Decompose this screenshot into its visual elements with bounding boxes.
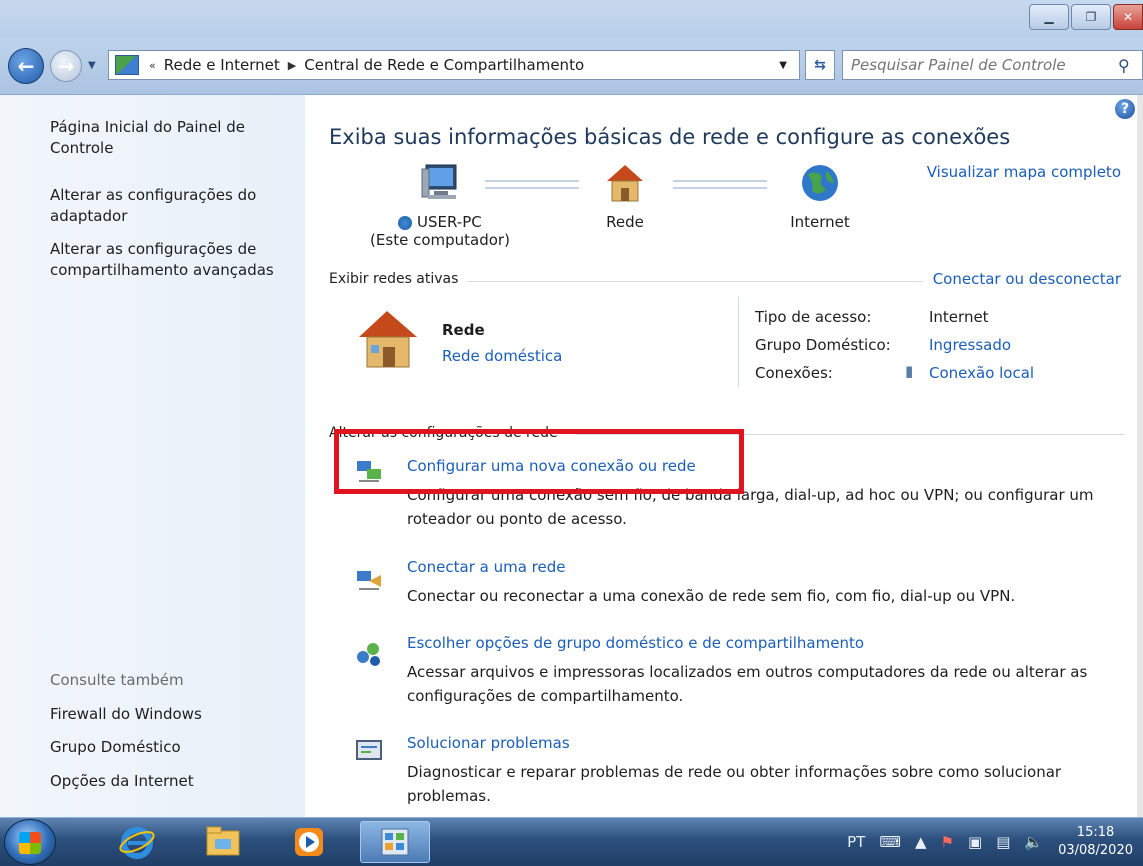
minimize-button[interactable]: ▁ xyxy=(1029,4,1069,30)
connections-label: Conexões: xyxy=(755,364,833,382)
active-networks-header: Exibir redes ativas xyxy=(329,271,459,287)
maximize-button[interactable]: ❐ xyxy=(1071,4,1111,30)
sidebar-item-internet-options[interactable]: Opções da Internet xyxy=(50,771,290,792)
computer-subtitle: (Este computador) xyxy=(370,231,510,249)
homegroup-label: Grupo Doméstico: xyxy=(755,336,891,354)
globe-icon xyxy=(802,165,838,201)
recent-pages-dropdown-icon[interactable]: ▼ xyxy=(88,60,96,71)
network-name: Rede xyxy=(606,213,644,231)
media-player-icon xyxy=(295,828,323,856)
search-icon[interactable]: ⚲ xyxy=(1118,56,1142,75)
scrollbar[interactable] xyxy=(1137,95,1143,817)
access-type-label: Tipo de acesso: xyxy=(755,308,872,326)
control-panel-icon xyxy=(381,828,409,856)
troubleshoot-icon xyxy=(356,740,382,760)
section-divider xyxy=(467,281,923,282)
internet-name: Internet xyxy=(790,213,850,231)
breadcrumb-central-rede[interactable]: Central de Rede e Compartilhamento xyxy=(304,56,584,74)
chevron-right-icon[interactable]: ▶ xyxy=(288,59,296,72)
connect-disconnect-link[interactable]: Conectar ou desconectar xyxy=(933,270,1121,288)
computer-icon xyxy=(421,164,457,199)
taskbar: PT ⌨ ▲ ⚑ ▣ ▤ 🔈 15:18 03/08/2020 xyxy=(0,817,1143,866)
network-icon[interactable]: ▤ xyxy=(996,833,1010,851)
sidebar: Página Inicial do Painel de Controle Alt… xyxy=(0,95,305,817)
sidebar-item-firewall[interactable]: Firewall do Windows xyxy=(50,704,290,725)
address-bar[interactable]: « Rede e Internet ▶ Central de Rede e Co… xyxy=(108,50,800,80)
computer-name: USER-PC xyxy=(417,213,482,231)
navigation-bar: ← → ▼ « Rede e Internet ▶ Central de Red… xyxy=(0,38,1143,95)
vertical-divider xyxy=(738,297,739,387)
homegroup-icon xyxy=(357,643,380,666)
task-connect-network-link[interactable]: Conectar a uma rede xyxy=(407,558,566,576)
forward-button[interactable]: → xyxy=(50,50,82,82)
view-full-map-link[interactable]: Visualizar mapa completo xyxy=(927,163,1121,181)
ethernet-icon: ▮ xyxy=(905,362,914,380)
refresh-button[interactable]: ⇆ xyxy=(805,50,835,80)
connection-line xyxy=(673,180,767,189)
show-hidden-icons-icon[interactable]: ▲ xyxy=(915,833,927,851)
network-node[interactable]: Rede xyxy=(585,161,665,231)
system-tray: PT ⌨ ▲ ⚑ ▣ ▤ 🔈 15:18 03/08/2020 xyxy=(840,818,1143,866)
taskbar-media-player[interactable] xyxy=(274,821,344,863)
breadcrumb-overflow[interactable]: « xyxy=(149,59,156,72)
task-connect-network-desc: Conectar ou reconectar a uma conexão de … xyxy=(407,587,1016,605)
clock[interactable]: 15:18 03/08/2020 xyxy=(1058,824,1133,860)
active-network-name: Rede xyxy=(442,321,485,339)
internet-node[interactable]: Internet xyxy=(775,161,865,231)
sidebar-item-homegroup[interactable]: Grupo Doméstico xyxy=(50,737,290,758)
search-input[interactable] xyxy=(843,55,1118,75)
volume-icon[interactable]: 🔈 xyxy=(1024,833,1043,851)
control-panel-icon xyxy=(115,55,139,75)
language-indicator[interactable]: PT xyxy=(847,833,865,851)
title-bar: ▁ ❐ ✕ xyxy=(0,0,1143,38)
clock-time: 15:18 xyxy=(1076,825,1115,840)
task-homegroup-desc: Acessar arquivos e impressoras localizad… xyxy=(407,663,1088,705)
task-troubleshoot-desc: Diagnosticar e reparar problemas de rede… xyxy=(407,763,1062,805)
computer-node[interactable]: USER-PC (Este computador) xyxy=(365,161,515,249)
device-icon[interactable]: ▣ xyxy=(968,833,982,851)
clock-date: 03/08/2020 xyxy=(1058,843,1133,858)
page-title: Exiba suas informações básicas de rede e… xyxy=(329,125,1011,149)
see-also-title: Consulte também xyxy=(50,671,184,689)
sidebar-item-advanced-sharing[interactable]: Alterar as configurações de compartilham… xyxy=(50,239,290,281)
taskbar-explorer[interactable] xyxy=(188,821,258,863)
keyboard-icon[interactable]: ⌨ xyxy=(879,833,901,851)
taskbar-control-panel[interactable] xyxy=(360,821,430,863)
internet-explorer-icon xyxy=(119,827,155,859)
action-center-icon[interactable]: ⚑ xyxy=(941,833,954,851)
window-controls: ▁ ❐ ✕ xyxy=(1029,4,1143,30)
search-box[interactable]: ⚲ xyxy=(842,50,1143,80)
connection-line xyxy=(485,180,579,189)
help-icon[interactable]: ? xyxy=(1115,99,1135,119)
task-homegroup-link[interactable]: Escolher opções de grupo doméstico e de … xyxy=(407,634,864,652)
back-button[interactable]: ← xyxy=(8,48,44,84)
highlight-box xyxy=(334,429,744,494)
close-button[interactable]: ✕ xyxy=(1113,4,1143,30)
start-button[interactable] xyxy=(4,819,56,865)
access-type-value: Internet xyxy=(929,308,989,326)
local-connection-link[interactable]: Conexão local xyxy=(929,364,1034,382)
house-icon xyxy=(607,165,643,202)
homegroup-small-icon xyxy=(398,215,413,230)
folder-icon xyxy=(206,826,240,856)
address-dropdown-icon[interactable]: ▼ xyxy=(779,60,787,71)
task-troubleshoot-link[interactable]: Solucionar problemas xyxy=(407,734,570,752)
house-icon xyxy=(359,311,417,368)
taskbar-internet-explorer[interactable] xyxy=(102,821,172,863)
connect-network-icon xyxy=(357,571,381,590)
homegroup-value-link[interactable]: Ingressado xyxy=(929,336,1011,354)
network-type-link[interactable]: Rede doméstica xyxy=(442,347,562,365)
sidebar-item-adapter-settings[interactable]: Alterar as configurações do adaptador xyxy=(50,185,290,227)
sidebar-item-home[interactable]: Página Inicial do Painel de Controle xyxy=(50,117,290,159)
breadcrumb-rede-internet[interactable]: Rede e Internet xyxy=(164,56,280,74)
